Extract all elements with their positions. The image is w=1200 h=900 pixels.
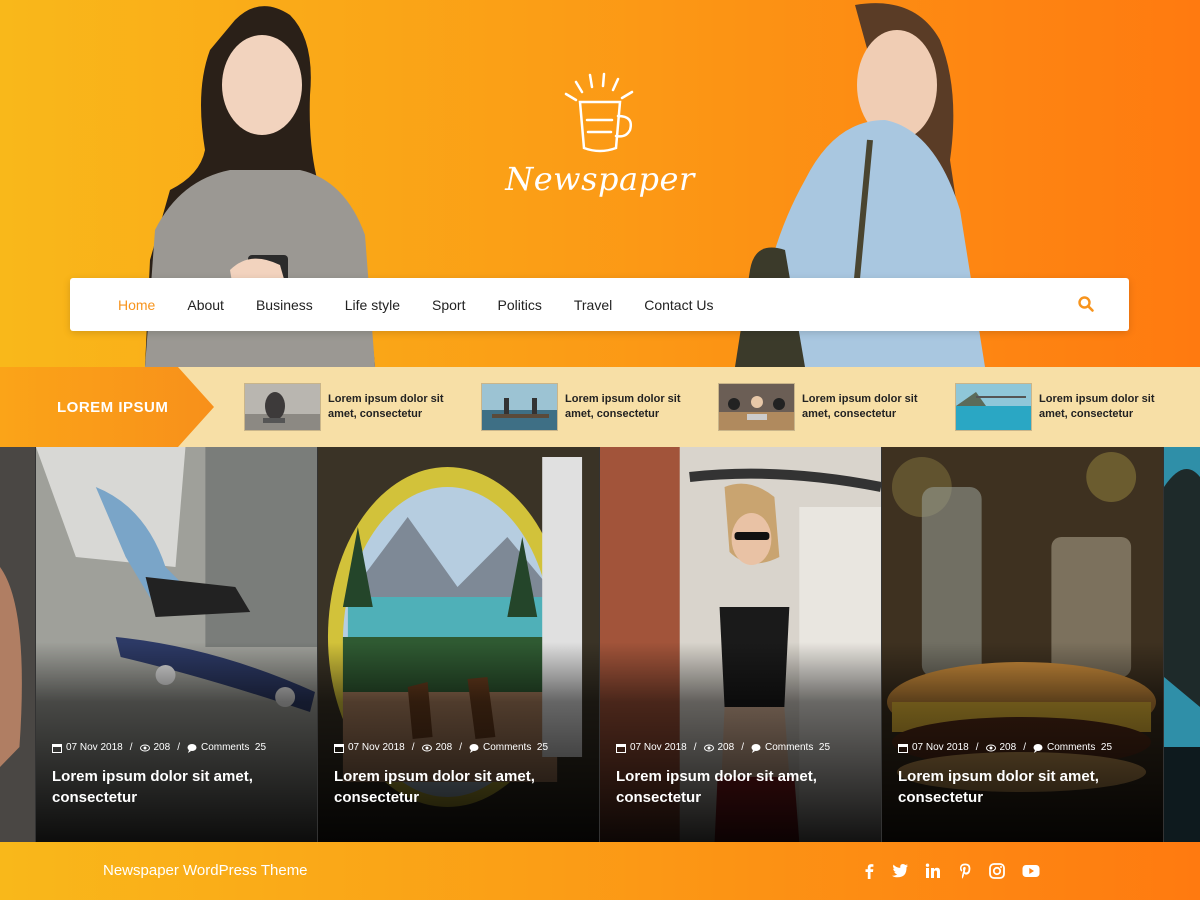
post-comments-count: 25 — [536, 742, 549, 753]
slide-partial-right[interactable] — [1164, 447, 1200, 842]
ticker-label: LOREM IPSUM — [0, 367, 214, 447]
post-title[interactable]: Lorem ipsum dolor sit amet, consectetur — [616, 766, 856, 808]
post-comments-count: 25 — [254, 742, 267, 753]
ticker-thumbnail — [718, 383, 795, 431]
ticker-item[interactable]: Lorem ipsum dolor sit amet, consectetur — [481, 383, 685, 431]
post-comments-label[interactable]: Comments — [765, 742, 813, 753]
slide-card[interactable]: 07 Nov 2018 / 208 / Comments 25 Lorem ip… — [36, 447, 318, 842]
nav-item-travel[interactable]: Travel — [574, 297, 612, 313]
news-ticker: LOREM IPSUM Lorem ipsum dolor sit amet, … — [0, 367, 1200, 447]
post-comments-count: 25 — [1100, 742, 1113, 753]
instagram-icon[interactable] — [987, 862, 1007, 880]
site-title: Newspaper — [505, 160, 695, 198]
search-icon[interactable] — [1077, 295, 1095, 313]
eye-icon — [703, 744, 714, 751]
slide-partial-left[interactable] — [0, 447, 36, 842]
post-comments-label[interactable]: Comments — [483, 742, 531, 753]
site-footer: Newspaper WordPress Theme — [0, 842, 1200, 900]
pinterest-icon[interactable] — [955, 862, 975, 880]
ticker-thumbnail — [481, 383, 558, 431]
coffee-cup-logo-icon — [564, 72, 634, 153]
calendar-icon — [52, 743, 62, 753]
ticker-item-title: Lorem ipsum dolor sit amet, consectetur — [1039, 393, 1155, 420]
post-title[interactable]: Lorem ipsum dolor sit amet, consectetur — [334, 766, 574, 808]
featured-slider: 07 Nov 2018 / 208 / Comments 25 Lorem ip… — [0, 447, 1200, 842]
nav-item-home[interactable]: Home — [118, 297, 155, 313]
post-title[interactable]: Lorem ipsum dolor sit amet, consectetur — [52, 766, 292, 808]
ticker-thumbnail — [244, 383, 321, 431]
post-title[interactable]: Lorem ipsum dolor sit amet, consectetur — [898, 766, 1138, 808]
slide-card[interactable]: 07 Nov 2018 / 208 / Comments 25 Lorem ip… — [318, 447, 600, 842]
ticker-item-title: Lorem ipsum dolor sit amet, consectetur — [802, 393, 918, 420]
calendar-icon — [898, 743, 908, 753]
post-date: 07 Nov 2018 — [630, 742, 687, 753]
post-views: 208 — [435, 742, 453, 753]
comments-icon — [751, 743, 761, 753]
facebook-icon[interactable] — [859, 862, 879, 880]
post-views: 208 — [153, 742, 171, 753]
site-header: Newspaper Home About Business Life style… — [0, 0, 1200, 367]
main-navigation: Home About Business Life style Sport Pol… — [70, 278, 1129, 331]
post-date: 07 Nov 2018 — [348, 742, 405, 753]
post-comments-label[interactable]: Comments — [1047, 742, 1095, 753]
twitter-icon[interactable] — [890, 862, 910, 880]
post-views: 208 — [999, 742, 1017, 753]
calendar-icon — [334, 743, 344, 753]
comments-icon — [469, 743, 479, 753]
calendar-icon — [616, 743, 626, 753]
youtube-icon[interactable] — [1021, 862, 1041, 880]
ticker-item-title: Lorem ipsum dolor sit amet, consectetur — [328, 393, 444, 420]
post-meta: 07 Nov 2018 / 208 / Comments 25 — [616, 742, 830, 753]
nav-item-business[interactable]: Business — [256, 297, 313, 313]
post-comments-count: 25 — [818, 742, 831, 753]
post-comments-label[interactable]: Comments — [201, 742, 249, 753]
nav-item-about[interactable]: About — [187, 297, 224, 313]
eye-icon — [985, 744, 996, 751]
post-meta: 07 Nov 2018 / 208 / Comments 25 — [52, 742, 266, 753]
slide-card[interactable]: 07 Nov 2018 / 208 / Comments 25 Lorem ip… — [600, 447, 882, 842]
ticker-item[interactable]: Lorem ipsum dolor sit amet, consectetur — [718, 383, 922, 431]
eye-icon — [421, 744, 432, 751]
ticker-item[interactable]: Lorem ipsum dolor sit amet, consectetur — [244, 383, 448, 431]
ticker-thumbnail — [955, 383, 1032, 431]
footer-copyright: Newspaper WordPress Theme — [103, 862, 308, 879]
post-meta: 07 Nov 2018 / 208 / Comments 25 — [334, 742, 548, 753]
site-logo[interactable]: Newspaper — [500, 72, 700, 198]
comments-icon — [187, 743, 197, 753]
post-date: 07 Nov 2018 — [66, 742, 123, 753]
comments-icon — [1033, 743, 1043, 753]
linkedin-icon[interactable] — [923, 862, 943, 880]
nav-item-life-style[interactable]: Life style — [345, 297, 400, 313]
ticker-item[interactable]: Lorem ipsum dolor sit amet, consectetur — [955, 383, 1159, 431]
nav-item-politics[interactable]: Politics — [497, 297, 541, 313]
ticker-item-title: Lorem ipsum dolor sit amet, consectetur — [565, 393, 681, 420]
eye-icon — [139, 744, 150, 751]
post-views: 208 — [717, 742, 735, 753]
post-date: 07 Nov 2018 — [912, 742, 969, 753]
slide-card[interactable]: 07 Nov 2018 / 208 / Comments 25 Lorem ip… — [882, 447, 1164, 842]
nav-item-contact-us[interactable]: Contact Us — [644, 297, 713, 313]
post-meta: 07 Nov 2018 / 208 / Comments 25 — [898, 742, 1112, 753]
nav-item-sport[interactable]: Sport — [432, 297, 465, 313]
